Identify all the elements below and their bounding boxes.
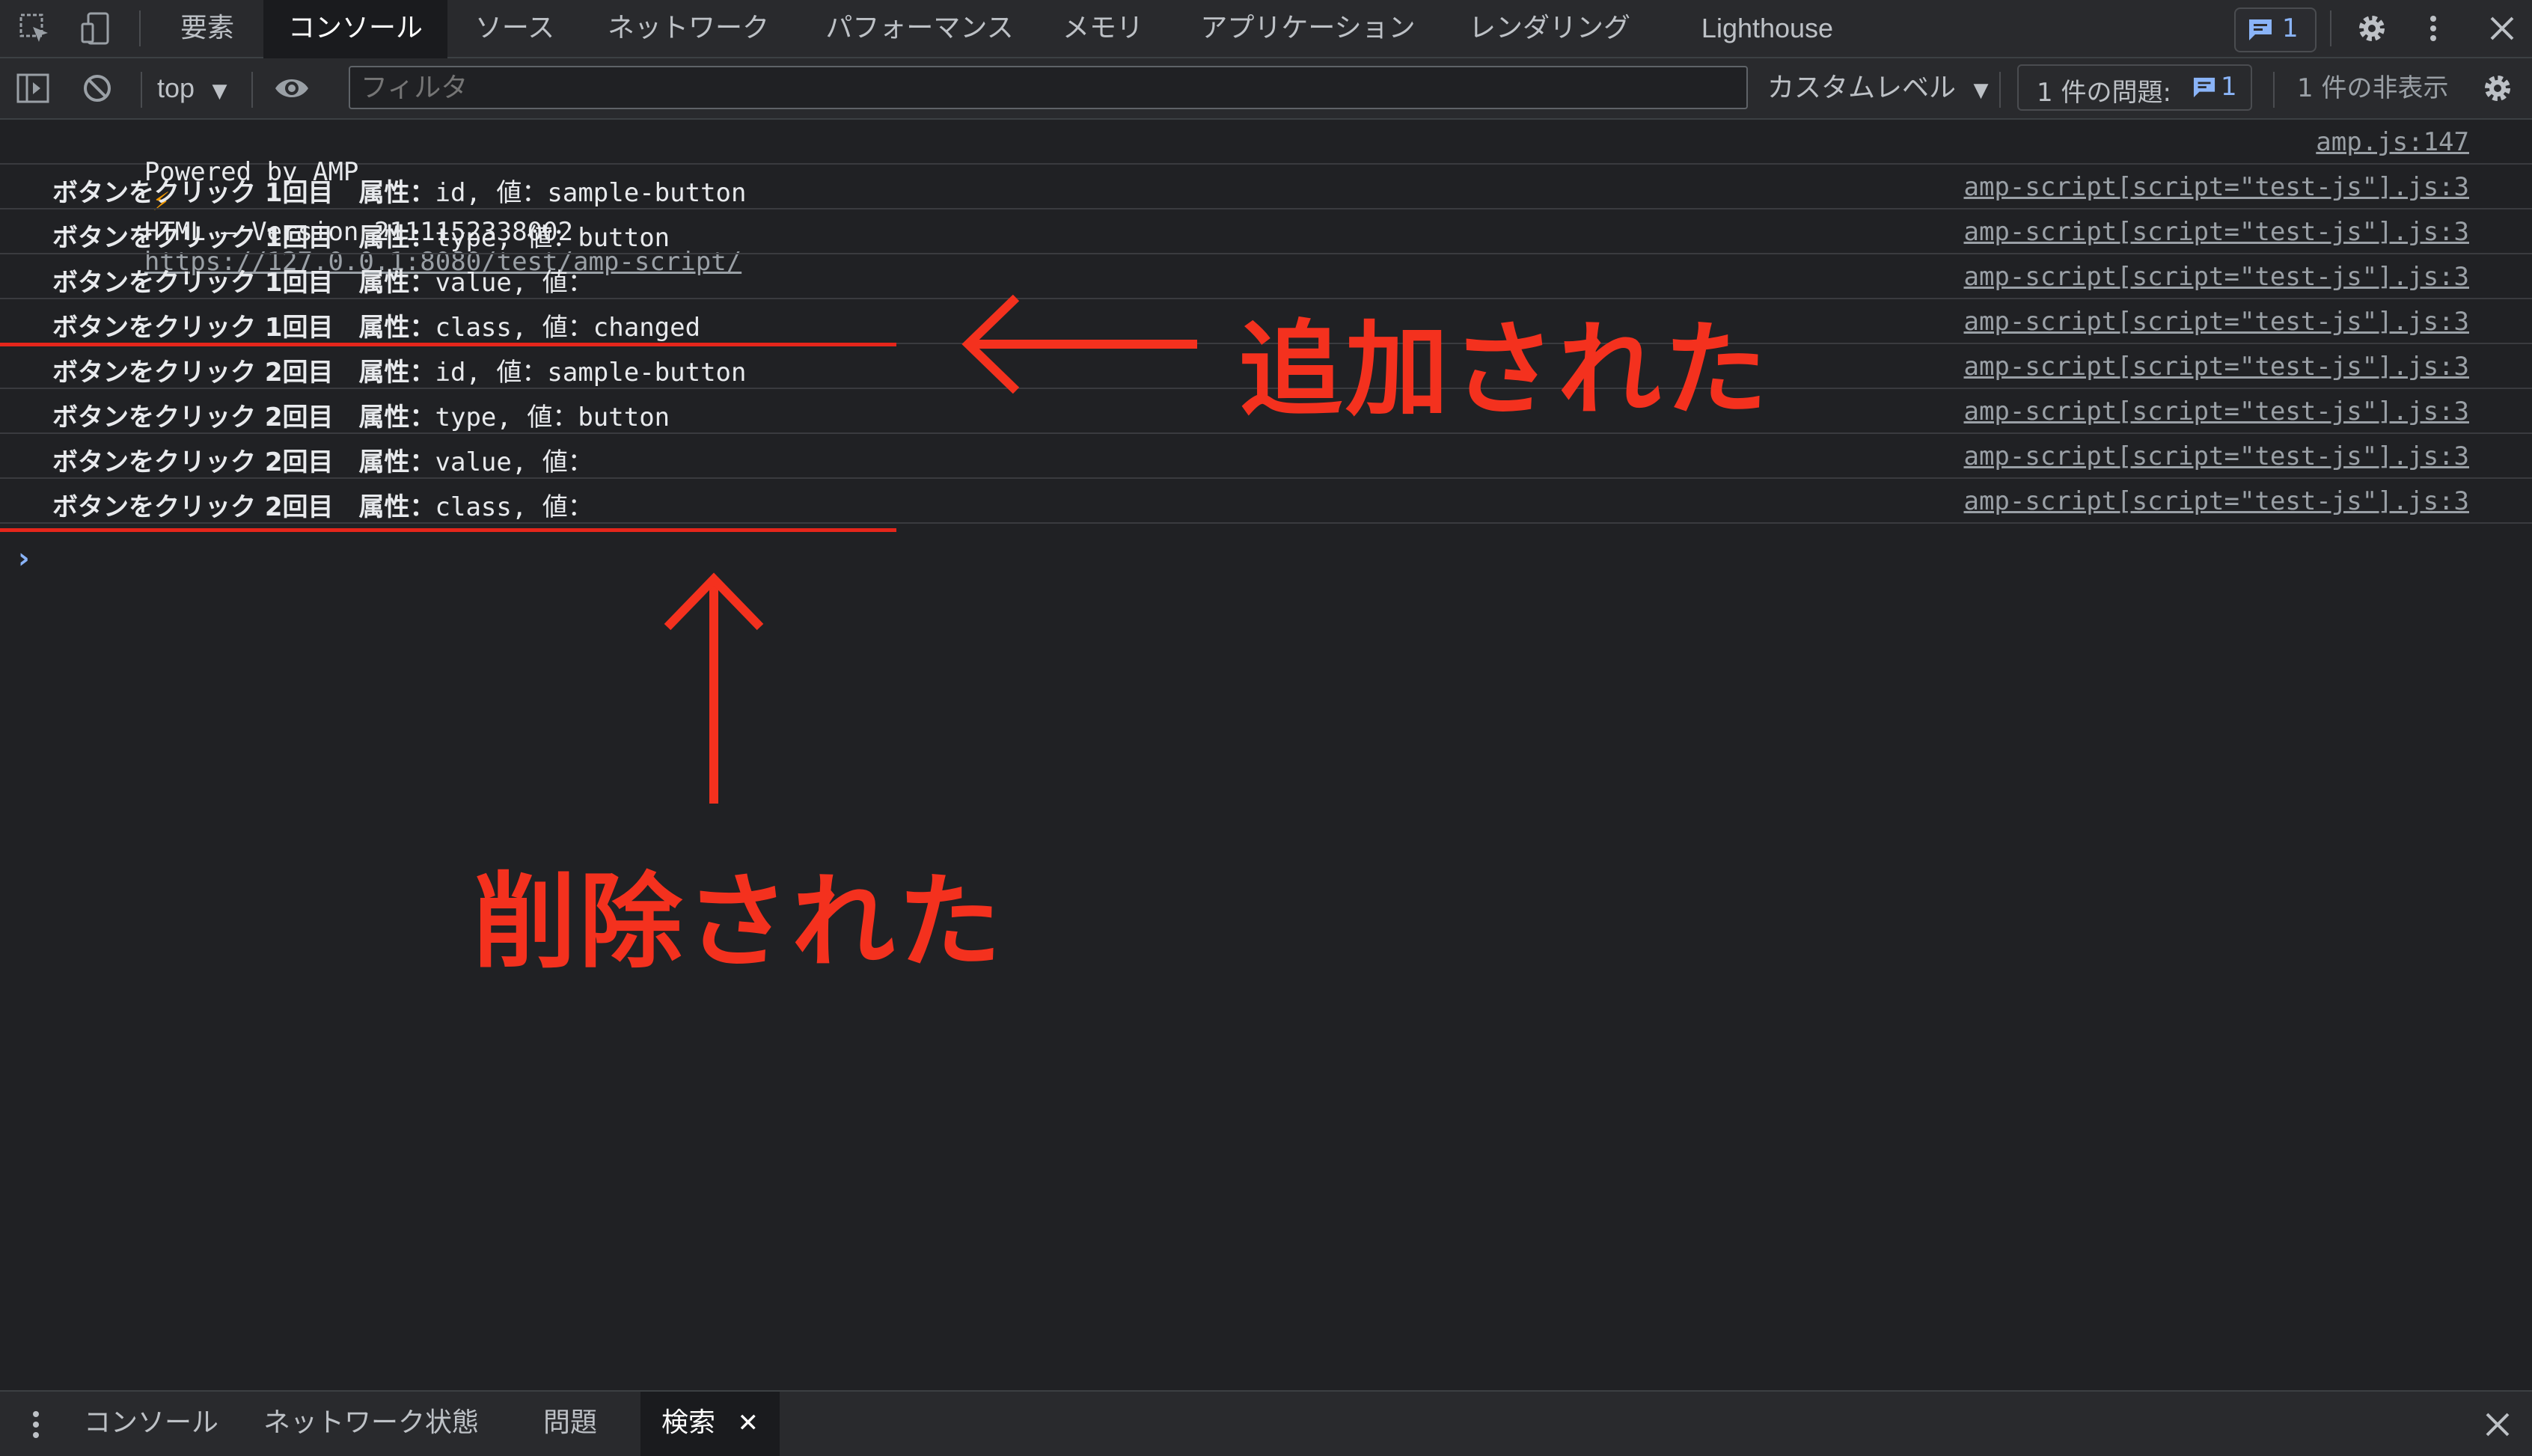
toolbar-separator [251, 72, 253, 108]
drawer-tab-search[interactable]: 検索 ✕ [640, 1392, 780, 1456]
message-text: class, 値：changed [435, 313, 701, 343]
message-prefix: ボタンをクリック 2回目 属性： [52, 403, 435, 432]
annotation-removed-label: 削除された [473, 862, 1005, 982]
console-message-row: ボタンをクリック 2回目 属性：class, 値： amp-script[scr… [0, 479, 2532, 524]
close-tab-icon[interactable]: ✕ [737, 1408, 759, 1438]
chevron-down-icon: ▼ [1973, 79, 1989, 102]
message-icon [2249, 19, 2272, 40]
console-message-row: ボタンをクリック 1回目 属性：type, 値：button amp-scrip… [0, 209, 2532, 254]
tab-memory[interactable]: メモリ [1051, 0, 1155, 57]
message-text: id, 値：sample-button [435, 358, 747, 388]
message-text: type, 値：button [435, 403, 670, 432]
settings-gear-icon[interactable] [2354, 10, 2390, 46]
source-link[interactable]: amp-script[script="test-js"].js:3 [1963, 352, 2469, 382]
annotation-underline-removed [0, 528, 896, 532]
more-options-icon[interactable] [2415, 10, 2451, 46]
drawer-tab-issues[interactable]: 問題 [543, 1392, 597, 1456]
arrow-left-icon [961, 294, 1197, 394]
tab-application[interactable]: アプリケーション [1190, 0, 1426, 57]
message-prefix: ボタンをクリック 1回目 属性： [52, 223, 435, 253]
drawer-tab-search-label: 検索 [661, 1407, 716, 1438]
inspect-element-icon[interactable] [16, 10, 52, 46]
message-prefix: ボタンをクリック 1回目 属性： [52, 268, 435, 298]
console-settings-gear-icon[interactable] [2480, 70, 2516, 106]
console-toolbar: top ▼ カスタムレベル ▼ 1 件の問題: 1 1 件の非表示 [0, 58, 2532, 120]
tab-sources[interactable]: ソース [462, 0, 567, 57]
source-link[interactable]: amp-script[script="test-js"].js:3 [1963, 486, 2469, 516]
message-text: value, 値： [435, 447, 593, 477]
issues-count: 1 [2221, 72, 2237, 102]
source-link[interactable]: amp-script[script="test-js"].js:3 [1963, 217, 2469, 247]
console-message-row: ボタンをクリック 1回目 属性：id, 値：sample-button amp-… [0, 165, 2532, 209]
clear-console-icon[interactable] [79, 70, 115, 106]
message-text: value, 値： [435, 268, 593, 298]
toolbar-separator [141, 72, 142, 108]
show-sidebar-icon[interactable] [15, 70, 51, 106]
toolbar-separator [2330, 10, 2331, 46]
tab-console[interactable]: コンソール [263, 0, 447, 60]
console-message-amp-header: Powered by AMP ⚡ HTML – Version 21111523… [0, 120, 2532, 277]
message-prefix: ボタンをクリック 2回目 属性： [52, 447, 435, 477]
context-selector[interactable]: top ▼ [157, 67, 227, 109]
issues-badge[interactable]: 1 [2234, 7, 2317, 52]
close-drawer-icon[interactable] [2483, 1410, 2513, 1440]
device-toolbar-icon[interactable] [78, 10, 114, 46]
drawer-menu-icon[interactable] [21, 1407, 51, 1443]
source-link[interactable]: amp-script[script="test-js"].js:3 [1963, 307, 2469, 337]
filter-input[interactable] [349, 66, 1748, 109]
tab-rendering[interactable]: レンダリング [1458, 0, 1642, 57]
live-expression-eye-icon[interactable] [274, 70, 310, 106]
tab-network[interactable]: ネットワーク [591, 0, 786, 57]
message-prefix: ボタンをクリック 1回目 属性： [52, 313, 435, 343]
source-link[interactable]: amp-script[script="test-js"].js:3 [1963, 397, 2469, 426]
issues-button[interactable]: 1 件の問題: 1 [2017, 64, 2252, 111]
issues-label: 1 件の問題: [2037, 78, 2171, 108]
drawer-tabbar: コンソール ネットワーク状態 問題 検索 ✕ [0, 1390, 2532, 1456]
devtools-top-bar: 要素 コンソール ソース ネットワーク パフォーマンス メモリ アプリケーション… [0, 0, 2532, 60]
message-text: id, 値：sample-button [435, 178, 747, 208]
log-levels-dropdown[interactable]: カスタムレベル ▼ [1767, 67, 1988, 109]
tab-elements[interactable]: 要素 [159, 0, 256, 57]
log-levels-label: カスタムレベル [1767, 73, 1957, 103]
toolbar-separator [2273, 72, 2275, 108]
source-link[interactable]: amp-script[script="test-js"].js:3 [1963, 262, 2469, 292]
message-prefix: ボタンをクリック 2回目 属性： [52, 358, 435, 388]
console-prompt-chevron-icon[interactable]: › [18, 542, 30, 575]
message-prefix: ボタンをクリック 2回目 属性： [52, 492, 435, 522]
console-message-row: ボタンをクリック 2回目 属性：value, 値： amp-script[scr… [0, 434, 2532, 479]
tab-performance[interactable]: パフォーマンス [811, 0, 1028, 57]
context-value: top [157, 73, 195, 103]
hidden-messages-count: 1 件の非表示 [2297, 73, 2449, 103]
issues-badge-count: 1 [2282, 13, 2299, 43]
source-link[interactable]: amp-script[script="test-js"].js:3 [1963, 441, 2469, 471]
annotation-underline-added [0, 343, 896, 346]
drawer-tab-network-conditions[interactable]: ネットワーク状態 [263, 1392, 479, 1456]
close-devtools-icon[interactable] [2484, 10, 2520, 46]
toolbar-separator [1999, 72, 2001, 108]
toolbar-separator [139, 10, 141, 46]
message-text: class, 値： [435, 492, 593, 522]
message-text: type, 値：button [435, 223, 670, 253]
message-icon [2193, 77, 2216, 98]
annotation-added-label: 追加された [1239, 310, 1771, 430]
chevron-down-icon: ▼ [212, 80, 227, 103]
drawer-tab-console[interactable]: コンソール [84, 1392, 218, 1456]
tab-lighthouse[interactable]: Lighthouse [1681, 0, 1854, 57]
source-link[interactable]: amp-script[script="test-js"].js:3 [1963, 172, 2469, 202]
message-prefix: ボタンをクリック 1回目 属性： [52, 178, 435, 208]
source-link[interactable]: amp.js:147 [2316, 127, 2469, 157]
arrow-up-icon [664, 572, 764, 804]
